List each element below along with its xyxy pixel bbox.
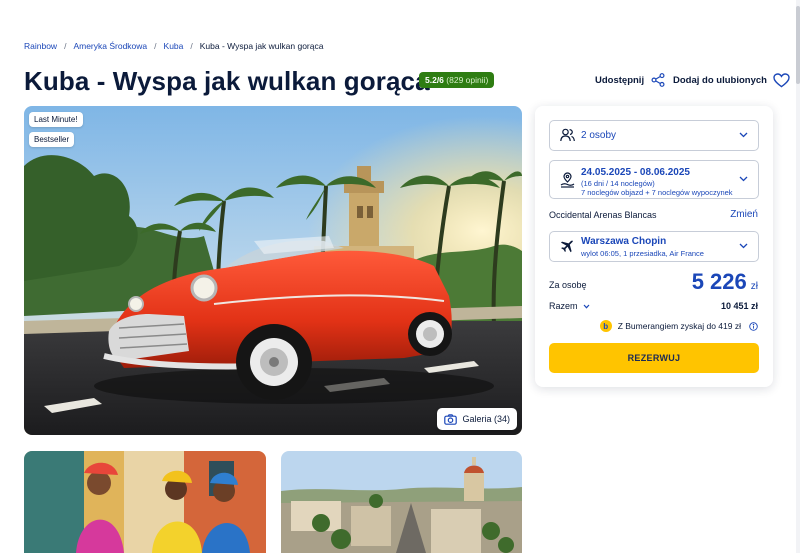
breadcrumb-separator: / bbox=[190, 41, 193, 51]
thumbnail-image-cuban-dancers[interactable] bbox=[24, 451, 266, 553]
chevron-down-icon bbox=[583, 304, 589, 309]
favorite-label: Dodaj do ulubionych bbox=[673, 75, 767, 86]
dates-duration: (16 dni / 14 noclegów) bbox=[581, 179, 655, 188]
per-person-label: Za osobę bbox=[549, 280, 587, 290]
booking-panel: 2 osoby 24.05.2025 - 08.06.2025 (16 dni … bbox=[535, 106, 773, 387]
hero-image-havana-classic-car[interactable]: Last Minute! Bestseller Galeria (34) bbox=[24, 106, 522, 435]
breadcrumb-separator: / bbox=[64, 41, 67, 51]
heart-icon bbox=[773, 73, 790, 88]
breadcrumb-item-region[interactable]: Ameryka Środkowa bbox=[73, 41, 147, 51]
bestseller-badge: Bestseller bbox=[29, 132, 75, 147]
camera-icon bbox=[444, 413, 458, 425]
info-icon[interactable] bbox=[749, 321, 758, 331]
price-value: 5 226 bbox=[691, 269, 747, 294]
thumbnail-image-city-aerial[interactable] bbox=[281, 451, 522, 553]
total-label: Razem bbox=[549, 301, 578, 311]
persons-value: 2 osoby bbox=[581, 130, 617, 141]
share-label: Udostępnij bbox=[595, 74, 645, 86]
rating-badge[interactable]: 5.2/6 (829 opinii) bbox=[419, 72, 495, 88]
share-icon bbox=[651, 73, 665, 87]
hotel-name: Occidental Arenas Blancas bbox=[549, 210, 657, 220]
total-price: 10 451 zł bbox=[720, 301, 758, 311]
dates-range: 24.05.2025 - 08.06.2025 bbox=[581, 167, 690, 178]
scrollbar-thumb[interactable] bbox=[796, 6, 800, 84]
chevron-down-icon bbox=[739, 176, 748, 182]
breadcrumb-item-country[interactable]: Kuba bbox=[164, 41, 184, 51]
breadcrumb-item-rainbow[interactable]: Rainbow bbox=[24, 41, 57, 51]
thumbnail-photo-1 bbox=[24, 451, 266, 553]
boomerang-promo: b Z Bumerangiem zyskaj do 419 zł bbox=[599, 320, 758, 332]
breadcrumb-current: Kuba - Wyspa jak wulkan gorąca bbox=[199, 41, 324, 51]
chevron-down-icon bbox=[739, 243, 748, 249]
rating-count: (829 opinii) bbox=[446, 75, 489, 85]
users-icon bbox=[560, 128, 575, 142]
change-hotel-link[interactable]: Zmień bbox=[730, 209, 758, 220]
flight-selector[interactable]: Warszawa Chopin wylot 06:05, 1 przesiadk… bbox=[549, 231, 759, 262]
chevron-down-icon bbox=[739, 132, 748, 138]
add-to-favorites-button[interactable]: Dodaj do ulubionych bbox=[673, 73, 790, 88]
breadcrumb: Rainbow / Ameryka Środkowa / Kuba / Kuba… bbox=[24, 41, 323, 51]
dates-selector[interactable]: 24.05.2025 - 08.06.2025 (16 dni / 14 noc… bbox=[549, 160, 759, 199]
total-toggle[interactable]: Razem bbox=[549, 301, 590, 311]
thumbnail-photo-2 bbox=[281, 451, 522, 553]
boomerang-text: Z Bumerangiem zyskaj do 419 zł bbox=[617, 321, 741, 331]
last-minute-badge: Last Minute! bbox=[29, 112, 83, 127]
dates-nights-breakdown: 7 noclegów objazd + 7 noclegów wypoczyne… bbox=[581, 188, 733, 197]
location-calendar-icon bbox=[560, 172, 575, 188]
page-title: Kuba - Wyspa jak wulkan gorąca bbox=[24, 66, 430, 96]
persons-selector[interactable]: 2 osoby bbox=[549, 120, 759, 151]
price-per-person: 5 226 zł bbox=[692, 269, 758, 295]
rating-score: 5.2/6 bbox=[425, 75, 444, 85]
hero-photo bbox=[24, 106, 522, 435]
gallery-button[interactable]: Galeria (34) bbox=[437, 408, 517, 430]
page-scrollbar[interactable] bbox=[796, 0, 800, 553]
breadcrumb-separator: / bbox=[154, 41, 157, 51]
flight-details: wylot 06:05, 1 przesiadka, Air France bbox=[581, 249, 704, 258]
price-currency: zł bbox=[750, 281, 758, 292]
gallery-label: Galeria (34) bbox=[462, 414, 510, 424]
share-button[interactable]: Udostępnij bbox=[595, 73, 665, 87]
reserve-button[interactable]: REZERWUJ bbox=[549, 343, 759, 373]
airplane-icon bbox=[561, 240, 573, 253]
departure-airport: Warszawa Chopin bbox=[581, 236, 667, 247]
boomerang-logo-icon: b bbox=[599, 320, 612, 332]
